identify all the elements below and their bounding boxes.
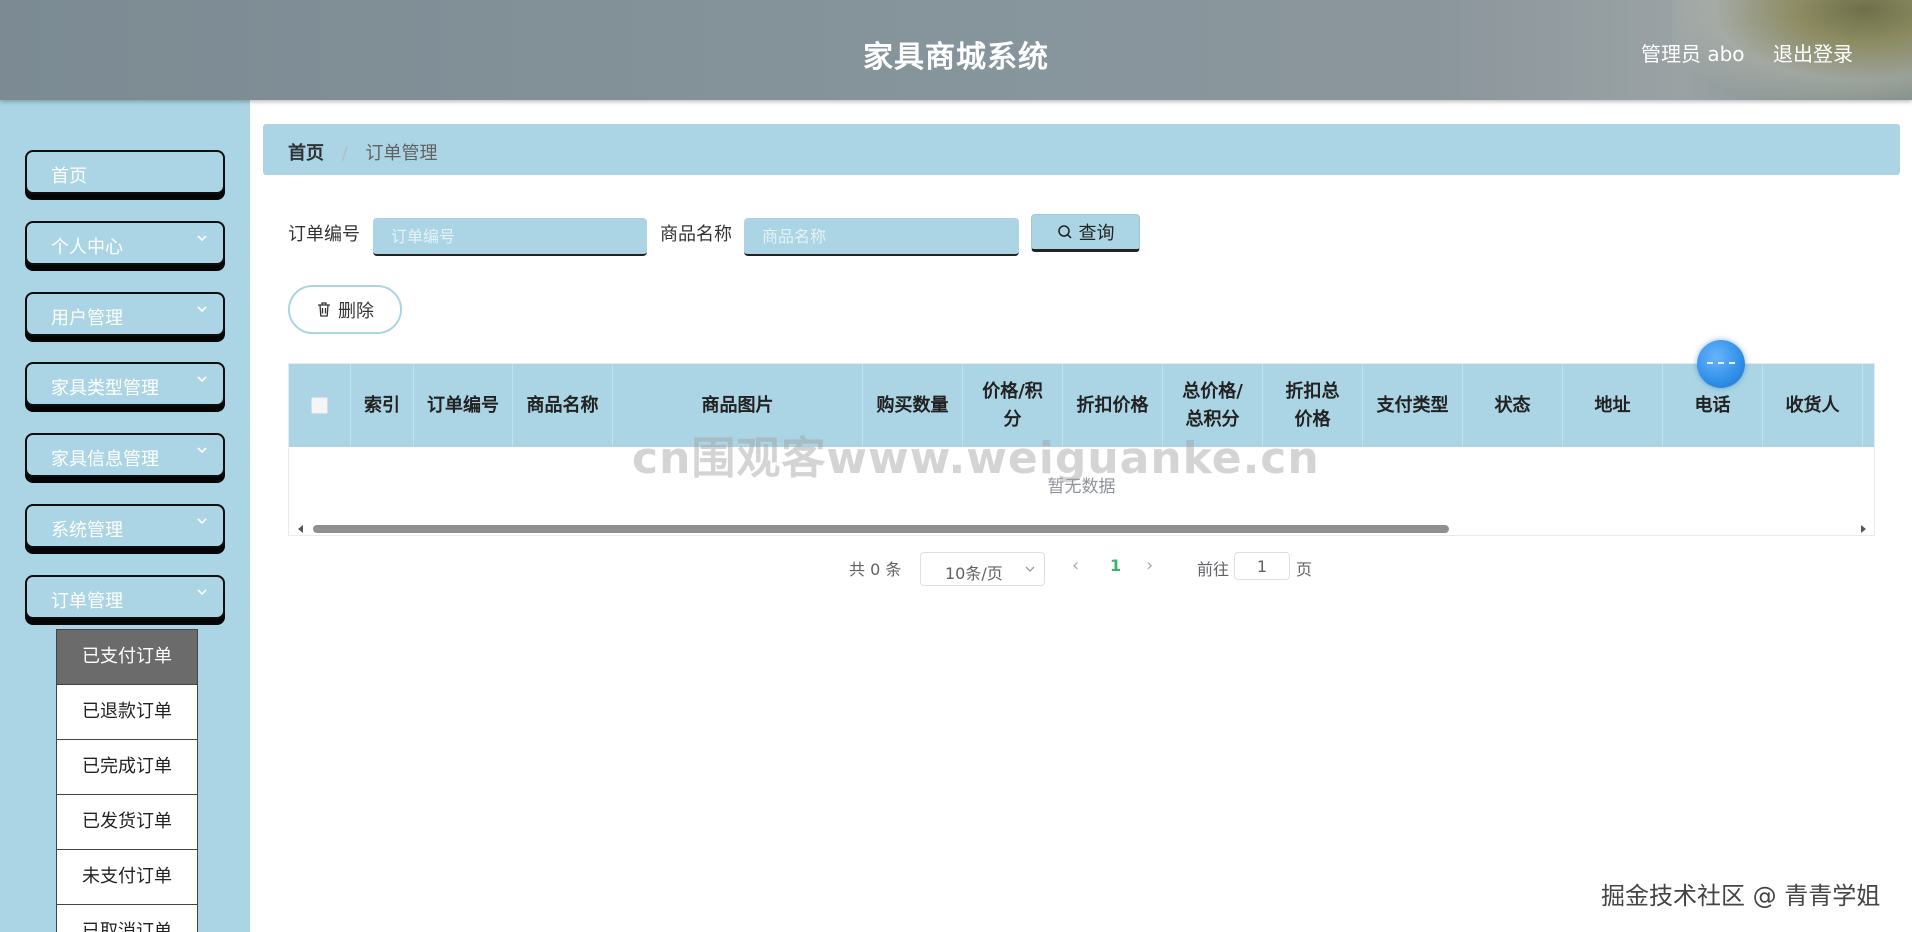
breadcrumb: 首页 / 订单管理 [263, 124, 1900, 175]
prev-page-icon[interactable]: ‹ [1072, 555, 1079, 576]
submenu-item-unpaid-orders[interactable]: 未支付订单 [57, 850, 197, 905]
delete-button-label: 删除 [338, 300, 374, 322]
submenu-item-completed-orders[interactable]: 已完成订单 [57, 740, 197, 795]
chevron-down-icon [197, 589, 207, 596]
table-header: 索引 订单编号 商品名称 商品图片 购买数量 价格/积分 折扣价格 总价格/总积… [289, 364, 1874, 447]
column-header: 商品名称 [513, 364, 613, 447]
breadcrumb-separator: / [341, 143, 348, 164]
order-submenu: 已支付订单 已退款订单 已完成订单 已发货订单 未支付订单 已取消订单 [56, 629, 198, 932]
sidebar-item-order-management[interactable]: 订单管理 [25, 575, 225, 619]
current-user-label: 管理员 abo [1641, 42, 1745, 66]
next-page-icon[interactable]: › [1146, 555, 1153, 576]
chevron-down-icon [197, 376, 207, 383]
submenu-item-refunded-orders[interactable]: 已退款订单 [57, 685, 197, 740]
page-number-current[interactable]: 1 [1110, 556, 1121, 575]
horizontal-scrollbar[interactable] [313, 525, 1449, 533]
chevron-down-icon [1025, 566, 1035, 572]
sidebar-item-label: 个人中心 [51, 237, 123, 258]
sidebar-item-personal-center[interactable]: 个人中心 [25, 221, 225, 265]
column-header: 价格/积分 [963, 364, 1063, 447]
sidebar-item-home[interactable]: 首页 [25, 150, 225, 194]
delete-button[interactable]: 删除 [288, 285, 402, 334]
sidebar-item-system-management[interactable]: 系统管理 [25, 504, 225, 548]
page-suffix-label: 页 [1296, 560, 1313, 579]
column-header: 折扣价格 [1063, 364, 1163, 447]
app-header: 家具商城系统 管理员 abo 退出登录 [0, 0, 1912, 100]
watermark-corner: 掘金技术社区 @ 青青学姐 [1601, 882, 1881, 910]
query-button-label: 查询 [1078, 223, 1115, 244]
scroll-right-arrow-icon[interactable] [1861, 525, 1866, 533]
sidebar-item-furniture-type-management[interactable]: 家具类型管理 [25, 362, 225, 406]
column-header: 总价格/总积分 [1163, 364, 1263, 447]
goto-page-input[interactable] [1234, 552, 1290, 580]
scroll-left-arrow-icon[interactable] [298, 525, 303, 533]
column-header: 购买数量 [863, 364, 963, 447]
page-size-select[interactable]: 10条/页 [920, 552, 1045, 586]
column-header: 收货人 [1763, 364, 1863, 447]
query-button[interactable]: 查询 [1031, 214, 1140, 252]
product-name-label: 商品名称 [660, 224, 732, 245]
chevron-down-icon [197, 518, 207, 525]
chevron-down-icon [197, 235, 207, 242]
submenu-item-paid-orders[interactable]: 已支付订单 [57, 630, 197, 685]
breadcrumb-current: 订单管理 [365, 143, 438, 164]
column-header: 地址 [1563, 364, 1663, 447]
column-header: 商品图片 [613, 364, 863, 447]
sidebar-item-label: 系统管理 [51, 520, 123, 541]
product-name-input[interactable] [744, 218, 1019, 256]
page-size-value: 10条/页 [945, 564, 1003, 583]
pagination-total: 共 0 条 [849, 560, 902, 579]
app-title: 家具商城系统 [863, 40, 1049, 75]
order-no-input[interactable] [373, 218, 647, 256]
breadcrumb-home[interactable]: 首页 [288, 143, 324, 164]
sidebar-item-label: 首页 [51, 166, 87, 187]
column-header-select [289, 364, 351, 447]
column-header: 状态 [1463, 364, 1563, 447]
floating-action-icon[interactable] [1697, 340, 1745, 388]
column-header: 索引 [351, 364, 414, 447]
sidebar-item-label: 家具信息管理 [51, 449, 159, 470]
sidebar-item-label: 家具类型管理 [51, 378, 159, 399]
chevron-down-icon [197, 447, 207, 454]
select-all-checkbox[interactable] [311, 397, 328, 414]
order-no-label: 订单编号 [288, 224, 360, 245]
orders-table: 索引 订单编号 商品名称 商品图片 购买数量 价格/积分 折扣价格 总价格/总积… [288, 363, 1875, 536]
trash-icon [318, 302, 330, 317]
empty-state-text: 暂无数据 [1047, 477, 1116, 497]
logout-link[interactable]: 退出登录 [1773, 38, 1853, 67]
column-header: 折扣总价格 [1263, 364, 1363, 447]
column-header: 支付类型 [1363, 364, 1463, 447]
search-icon [1057, 225, 1072, 239]
chevron-down-icon [197, 306, 207, 313]
goto-label: 前往 [1197, 560, 1230, 579]
submenu-item-cancelled-orders[interactable]: 已取消订单 [57, 905, 197, 932]
column-header: 订单编号 [414, 364, 513, 447]
submenu-item-shipped-orders[interactable]: 已发货订单 [57, 795, 197, 850]
sidebar-item-furniture-info-management[interactable]: 家具信息管理 [25, 433, 225, 477]
sidebar-item-label: 用户管理 [51, 308, 123, 329]
sidebar-item-label: 订单管理 [51, 591, 123, 612]
sidebar-item-user-management[interactable]: 用户管理 [25, 292, 225, 336]
